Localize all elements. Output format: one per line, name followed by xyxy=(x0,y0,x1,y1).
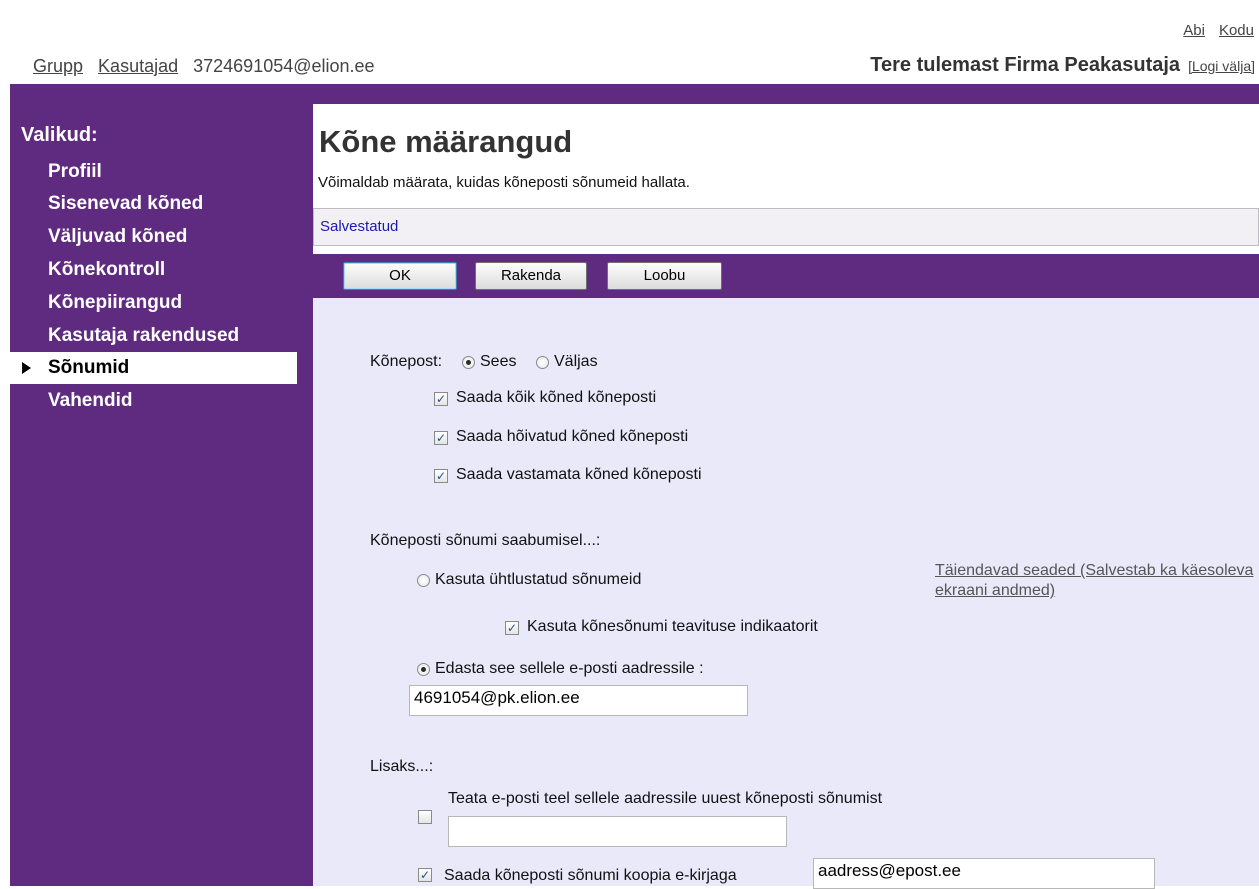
sidebar-title: Valikud: xyxy=(21,124,98,146)
voicemail-label: Kõnepost: xyxy=(370,353,443,370)
button-bar: OK Rakenda Loobu xyxy=(313,254,1259,298)
notify-email-input[interactable] xyxy=(448,816,787,847)
additional-settings-link[interactable]: Täiendavad seaded (Salvestab ka käesolev… xyxy=(935,561,1255,601)
forward-email-radio[interactable] xyxy=(417,663,430,676)
help-link[interactable]: Abi xyxy=(1183,22,1205,39)
sidebar: Valikud: Profiil Sisenevad kõned Väljuva… xyxy=(10,104,313,886)
status-message: Salvestatud xyxy=(313,208,1259,246)
voicemail-off-label: Väljas xyxy=(554,353,598,370)
mwi-indicator-label: Kasuta kõnesõnumi teavituse indikaatorit xyxy=(527,618,818,635)
home-link[interactable]: Kodu xyxy=(1219,22,1254,39)
welcome-text: Tere tulemast Firma Peakasutaja xyxy=(870,54,1181,76)
voicemail-on-radio[interactable] xyxy=(462,356,475,369)
sidebar-item-profiil[interactable]: Profiil xyxy=(10,156,297,188)
sidebar-item-incoming-calls[interactable]: Sisenevad kõned xyxy=(10,188,297,220)
sidebar-item-tools[interactable]: Vahendid xyxy=(10,385,297,417)
cancel-button[interactable]: Loobu xyxy=(607,262,722,290)
sidebar-item-outgoing-calls[interactable]: Väljuvad kõned xyxy=(10,221,297,253)
unified-messaging-radio[interactable] xyxy=(417,574,430,587)
copy-checkbox[interactable]: ✓ xyxy=(418,868,432,882)
top-links: Abi Kodu xyxy=(1169,22,1254,39)
top-nav: Grupp Kasutajad 3724691054@elion.ee xyxy=(33,56,375,77)
forward-email-label: Edasta see sellele e-posti aadressile : xyxy=(435,660,704,677)
settings-form: Kõnepost: Sees Väljas ✓ Saada kõik kõned… xyxy=(313,298,1259,889)
welcome-area: Tere tulemast Firma Peakasutaja [Logi väl… xyxy=(870,54,1255,77)
send-busy-checkbox[interactable]: ✓ xyxy=(434,431,448,445)
send-busy-label: Saada hõivatud kõned kõneposti xyxy=(456,428,689,445)
logout-link[interactable]: [Logi välja] xyxy=(1188,58,1255,74)
arrival-label: Kõneposti sõnumi saabumisel...: xyxy=(370,532,601,549)
sidebar-item-call-control[interactable]: Kõnekontroll xyxy=(10,254,297,286)
notify-checkbox[interactable] xyxy=(418,810,432,824)
page-description: Võimaldab määrata, kuidas kõneposti sõnu… xyxy=(318,174,690,191)
send-all-label: Saada kõik kõned kõneposti xyxy=(456,389,657,406)
sidebar-item-call-restrictions[interactable]: Kõnepiirangud xyxy=(10,287,297,319)
active-arrow-icon xyxy=(22,362,31,374)
group-link[interactable]: Grupp xyxy=(33,56,83,76)
header-band xyxy=(10,84,1259,104)
main-panel: Kõne määrangud Võimaldab määrata, kuidas… xyxy=(313,104,1259,889)
copy-label: Saada kõneposti sõnumi koopia e-kirjaga xyxy=(444,867,737,884)
sidebar-item-messages[interactable]: Sõnumid xyxy=(10,352,297,384)
sidebar-item-label: Sõnumid xyxy=(48,357,130,378)
apply-button[interactable]: Rakenda xyxy=(475,262,587,290)
ok-button[interactable]: OK xyxy=(343,262,457,290)
unified-messaging-label: Kasuta ühtlustatud sõnumeid xyxy=(435,571,642,588)
voicemail-on-label: Sees xyxy=(480,353,517,370)
send-unanswered-label: Saada vastamata kõned kõneposti xyxy=(456,466,702,483)
notify-label: Teata e-posti teel sellele aadressile uu… xyxy=(448,790,883,807)
forward-email-input[interactable]: 4691054@pk.elion.ee xyxy=(409,685,748,716)
additional-label: Lisaks...: xyxy=(370,758,434,775)
mwi-indicator-checkbox[interactable]: ✓ xyxy=(505,621,519,635)
send-all-checkbox[interactable]: ✓ xyxy=(434,392,448,406)
sidebar-item-user-apps[interactable]: Kasutaja rakendused xyxy=(10,320,297,352)
voicemail-off-radio[interactable] xyxy=(536,356,549,369)
copy-email-input[interactable]: aadress@epost.ee xyxy=(813,858,1155,889)
send-unanswered-checkbox[interactable]: ✓ xyxy=(434,469,448,483)
account-id: 3724691054@elion.ee xyxy=(193,56,375,76)
page-title: Kõne määrangud xyxy=(319,124,573,159)
users-link[interactable]: Kasutajad xyxy=(98,56,178,76)
